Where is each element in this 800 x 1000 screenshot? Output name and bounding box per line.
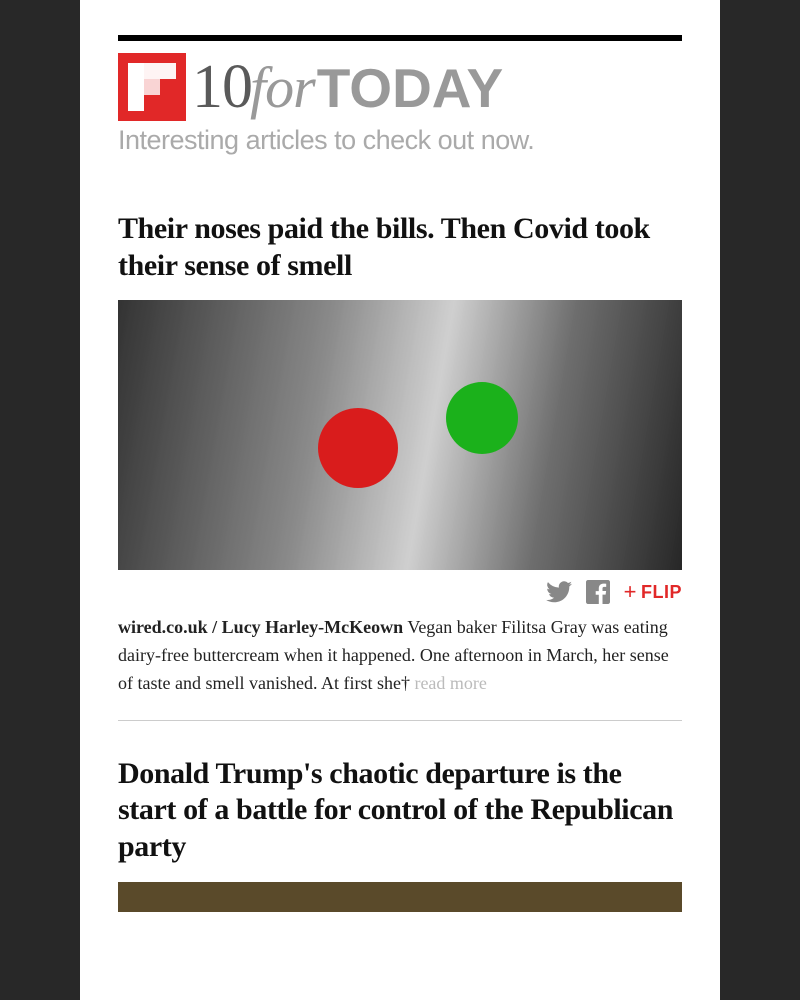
article-excerpt: wired.co.uk / Lucy Harley-McKeown Vegan …	[118, 614, 682, 698]
brand-today: TODAY	[317, 61, 503, 116]
brand-for: for	[250, 59, 315, 117]
article-card: Their noses paid the bills. Then Covid t…	[118, 211, 682, 721]
brand-header: 10 for TODAY	[118, 53, 682, 121]
flip-button[interactable]: + FLIP	[624, 581, 682, 603]
flip-label: FLIP	[641, 582, 682, 603]
article-image[interactable]	[118, 882, 682, 912]
article-image[interactable]	[118, 300, 682, 570]
red-dot-graphic	[318, 408, 398, 488]
tagline: Interesting articles to check out now.	[118, 125, 682, 156]
brand-ten: 10	[192, 56, 252, 118]
article-headline[interactable]: Their noses paid the bills. Then Covid t…	[118, 211, 682, 284]
flipboard-logo-icon[interactable]	[118, 53, 186, 121]
read-more-link[interactable]: read more	[414, 673, 486, 693]
article-card: Donald Trump's chaotic departure is the …	[118, 756, 682, 934]
article-source[interactable]: wired.co.uk / Lucy Harley-McKeown	[118, 617, 403, 637]
twitter-icon[interactable]	[546, 581, 572, 603]
plus-icon: +	[624, 581, 637, 603]
article-headline[interactable]: Donald Trump's chaotic departure is the …	[118, 756, 682, 866]
green-dot-graphic	[446, 382, 518, 454]
facebook-icon[interactable]	[586, 580, 610, 604]
header-divider	[118, 35, 682, 41]
share-actions: + FLIP	[118, 580, 682, 604]
brand-title: 10 for TODAY	[192, 56, 503, 118]
